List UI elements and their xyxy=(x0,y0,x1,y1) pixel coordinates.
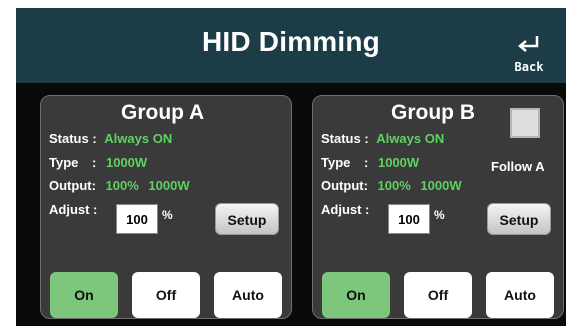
group-b-setup-button[interactable]: Setup xyxy=(487,203,551,235)
status-value: Always ON xyxy=(376,131,445,146)
output-watts: 1000W xyxy=(148,178,190,193)
group-a-status-row: Status : Always ON xyxy=(49,131,172,146)
output-label: Output: xyxy=(321,178,368,193)
back-label: Back xyxy=(514,60,544,74)
group-a-auto-button[interactable]: Auto xyxy=(214,272,282,318)
group-b-auto-button[interactable]: Auto xyxy=(486,272,554,318)
back-arrow-icon xyxy=(518,36,539,52)
output-percent: 100% xyxy=(105,178,139,193)
group-b-on-button[interactable]: On xyxy=(322,272,390,318)
status-label: Status : xyxy=(321,131,369,146)
follow-a-checkbox[interactable] xyxy=(510,108,540,138)
group-b-adjust-input[interactable]: 100 xyxy=(388,204,430,234)
group-a-panel: Group A Status : Always ON Type : 1000W … xyxy=(40,95,292,319)
output-percent: 100% xyxy=(377,178,411,193)
hid-dimming-screen: HID Dimming Back Group A Status : Always… xyxy=(16,8,566,326)
group-b-status-row: Status : Always ON xyxy=(321,131,444,146)
type-label: Type xyxy=(321,155,351,170)
status-label: Status : xyxy=(49,131,97,146)
adjust-unit: % xyxy=(434,208,445,222)
status-value: Always ON xyxy=(104,131,173,146)
adjust-label: Adjust : xyxy=(49,202,98,217)
adjust-label: Adjust : xyxy=(321,202,370,217)
group-a-adjust-input[interactable]: 100 xyxy=(116,204,158,234)
output-watts: 1000W xyxy=(420,178,462,193)
group-a-on-button[interactable]: On xyxy=(50,272,118,318)
type-colon: : xyxy=(364,155,369,170)
group-b-type-row: Type : 1000W xyxy=(321,155,419,170)
type-label: Type xyxy=(49,155,79,170)
group-a-setup-button[interactable]: Setup xyxy=(215,203,279,235)
adjust-unit: % xyxy=(162,208,173,222)
type-value: 1000W xyxy=(377,155,420,170)
type-colon: : xyxy=(92,155,97,170)
page-title: HID Dimming xyxy=(202,26,380,57)
group-a-title: Group A xyxy=(121,101,205,124)
group-a-type-row: Type : 1000W xyxy=(49,155,147,170)
group-b-panel: Group B Status : Always ON Type : 1000W … xyxy=(312,95,564,319)
group-b-output-row: Output: 100% 1000W xyxy=(321,178,462,193)
group-a-output-row: Output: 100% 1000W xyxy=(49,178,190,193)
group-b-title: Group B xyxy=(391,101,475,124)
type-value: 1000W xyxy=(105,155,148,170)
group-a-off-button[interactable]: Off xyxy=(132,272,200,318)
group-b-off-button[interactable]: Off xyxy=(404,272,472,318)
output-label: Output: xyxy=(49,178,96,193)
follow-a-label: Follow A xyxy=(491,159,545,174)
header-bar: HID Dimming Back xyxy=(16,8,566,83)
back-button[interactable]: Back xyxy=(509,34,549,76)
